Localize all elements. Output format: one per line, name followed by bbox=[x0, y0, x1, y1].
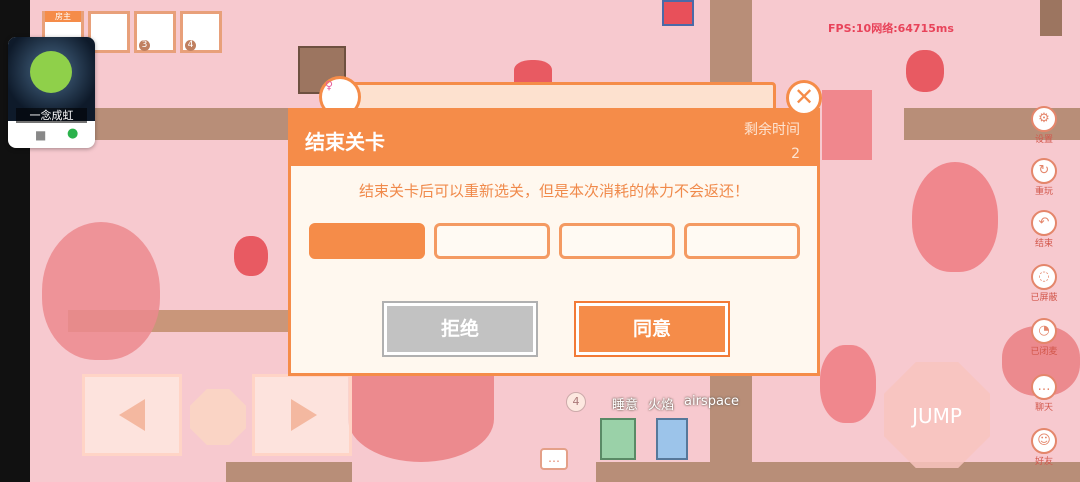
player-badge: 4 bbox=[185, 40, 196, 51]
caller-name: 一念成虹 bbox=[16, 108, 87, 123]
replay-icon: ↻ bbox=[1031, 158, 1057, 184]
player-badge: 3 bbox=[139, 40, 150, 51]
remaining-time-value: 2 bbox=[791, 146, 800, 162]
exit-icon: ↶ bbox=[1031, 210, 1057, 236]
female-icon: ♀ bbox=[325, 79, 334, 92]
vote-segment bbox=[309, 223, 425, 259]
player-character bbox=[656, 418, 688, 460]
mic-off-button[interactable]: ◔ 已闭麦 bbox=[1029, 318, 1059, 357]
vote-segment bbox=[434, 223, 550, 259]
strawberry bbox=[906, 50, 944, 92]
move-right-button[interactable] bbox=[252, 374, 352, 456]
strawberry bbox=[514, 60, 552, 82]
strawberry bbox=[912, 162, 998, 272]
block-icon: ◌ bbox=[1031, 264, 1057, 290]
player-character bbox=[600, 418, 636, 460]
player-avatar[interactable]: 4 bbox=[180, 11, 222, 53]
player-count-badge: 4 bbox=[566, 392, 586, 412]
vote-segment bbox=[684, 223, 800, 259]
player-name: 火焰 bbox=[648, 398, 675, 413]
jump-label: JUMP bbox=[912, 404, 962, 428]
settings-button[interactable]: ⚙ 设置 bbox=[1029, 106, 1059, 145]
agree-button[interactable]: 同意 bbox=[574, 301, 730, 357]
mic-off-icon: ◔ bbox=[1031, 318, 1057, 344]
microphone-icon[interactable]: ● bbox=[67, 126, 78, 141]
down-arrow-sign bbox=[822, 90, 872, 160]
dialog-message: 结束关卡后可以重新选关，但是本次消耗的体力不会返还！ bbox=[358, 182, 749, 200]
vote-segment bbox=[559, 223, 675, 259]
chat-button[interactable]: … 聊天 bbox=[1029, 374, 1059, 413]
video-camera-icon[interactable]: ■ bbox=[35, 128, 46, 142]
platform bbox=[596, 462, 1080, 482]
player-name: 睡意 bbox=[612, 398, 639, 413]
gear-icon: ⚙ bbox=[1031, 106, 1057, 132]
blocked-button[interactable]: ◌ 已屏蔽 bbox=[1029, 264, 1059, 303]
move-left-button[interactable] bbox=[82, 374, 182, 456]
refuse-button[interactable]: 拒绝 bbox=[382, 301, 538, 357]
player-name: airspace bbox=[684, 394, 740, 409]
friends-icon: ☺ bbox=[1031, 428, 1057, 454]
pillar-top bbox=[1040, 0, 1062, 36]
strawberry bbox=[820, 345, 876, 423]
replay-button[interactable]: ↻ 重玩 bbox=[1029, 158, 1059, 197]
chat-bubble-icon[interactable]: … bbox=[540, 448, 568, 470]
video-call-widget[interactable]: 一念成虹 ■ ● bbox=[8, 37, 95, 148]
game-scene: 房主 3 4 一念成虹 ■ ● FPS:10网络:64715ms ⚙ 设置 ↻ … bbox=[0, 0, 1080, 482]
player-avatar[interactable]: 3 bbox=[134, 11, 176, 53]
arrow-right-icon bbox=[291, 399, 317, 431]
joystick-center[interactable] bbox=[190, 389, 246, 445]
remaining-time-label: 剩余时间 bbox=[744, 122, 800, 138]
strawberry bbox=[348, 376, 494, 462]
strawberry bbox=[42, 222, 160, 360]
strawberry bbox=[234, 236, 268, 276]
fps-readout: FPS:10网络:64715ms bbox=[828, 22, 954, 35]
host-badge: 房主 bbox=[45, 11, 81, 22]
arrow-left-icon bbox=[119, 399, 145, 431]
close-icon[interactable]: ✕ bbox=[786, 80, 822, 116]
dialog-title: 结束关卡 bbox=[305, 130, 385, 154]
friends-button[interactable]: ☺ 好友 bbox=[1029, 428, 1059, 467]
end-button[interactable]: ↶ 结束 bbox=[1029, 210, 1059, 249]
chat-icon: … bbox=[1031, 374, 1057, 400]
jump-button[interactable]: JUMP bbox=[884, 362, 990, 468]
platform bbox=[226, 462, 352, 482]
magnet bbox=[662, 0, 694, 26]
